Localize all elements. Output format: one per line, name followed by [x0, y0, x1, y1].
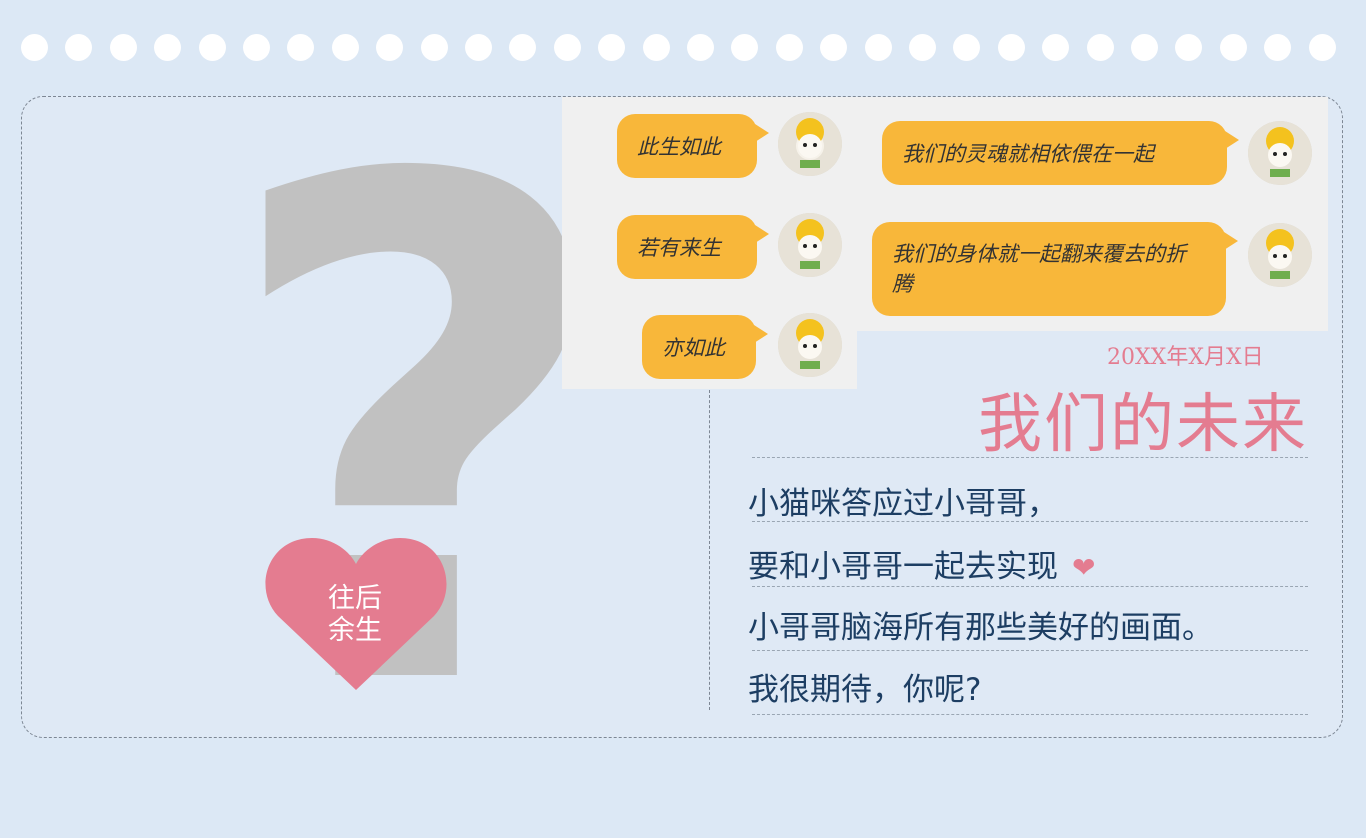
border-dot [65, 34, 93, 61]
avatar [1248, 121, 1312, 185]
text-rule [752, 586, 1308, 587]
border-dot [864, 34, 892, 61]
text-rule [752, 457, 1308, 458]
border-dot [1086, 34, 1114, 61]
border-dot [1042, 34, 1070, 61]
avatar [778, 213, 842, 277]
chat-bubble: 若有来生 [617, 215, 769, 279]
border-dot [1219, 34, 1247, 61]
border-dot [1131, 34, 1158, 61]
chat-bubble: 亦如此 [642, 315, 768, 379]
text-rule [752, 650, 1308, 651]
heart-icon: ❤ [1072, 551, 1096, 584]
avatar [778, 313, 842, 377]
border-dot [642, 34, 670, 61]
heart-label-line: 余生 [328, 615, 382, 646]
chat-message: 我们的身体就一起翻来覆去的折腾 [892, 242, 1186, 296]
border-dot [909, 34, 936, 61]
text-line: 小猫咪答应过小哥哥， [748, 486, 1058, 522]
border-dot [820, 34, 848, 61]
chat-bubble: 我们的身体就一起翻来覆去的折腾 [872, 222, 1238, 316]
chat-message: 若有来生 [637, 236, 721, 260]
border-dot [1308, 34, 1336, 61]
chat-bubble: 此生如此 [617, 114, 769, 178]
text-line: 要和小哥哥一起去实现 ❤ [748, 541, 1095, 586]
chat-message: 我们的灵魂就相依偎在一起 [902, 142, 1154, 166]
avatar [1248, 223, 1312, 287]
border-dot [997, 34, 1025, 61]
border-dot [1264, 34, 1292, 61]
border-dot [687, 34, 714, 61]
chat-message: 此生如此 [637, 135, 721, 159]
date-label: 20XX年X月X日 [1107, 345, 1264, 370]
border-dot [1175, 34, 1203, 61]
border-dot [109, 34, 137, 61]
text-line: 我很期待，你呢? [748, 672, 982, 708]
chat-message: 亦如此 [662, 336, 725, 360]
text-line: 小哥哥脑海所有那些美好的画面。 [748, 610, 1213, 646]
border-dot [775, 34, 803, 61]
dot-border [0, 30, 1366, 64]
divider-line [709, 390, 710, 710]
text-line-content: 要和小哥哥一起去实现 [748, 549, 1058, 585]
border-dot [731, 34, 759, 61]
border-dot [953, 34, 981, 61]
page-title: 我们的未来 [978, 388, 1308, 462]
border-dot [154, 34, 182, 61]
chat-bubble: 我们的灵魂就相依偎在一起 [882, 121, 1239, 185]
border-dot [21, 34, 48, 61]
heart-label: 往后 余生 [300, 583, 410, 647]
heart-label-line: 往后 [328, 583, 382, 614]
text-rule [752, 714, 1308, 715]
avatar [778, 112, 842, 176]
text-rule [752, 521, 1308, 522]
